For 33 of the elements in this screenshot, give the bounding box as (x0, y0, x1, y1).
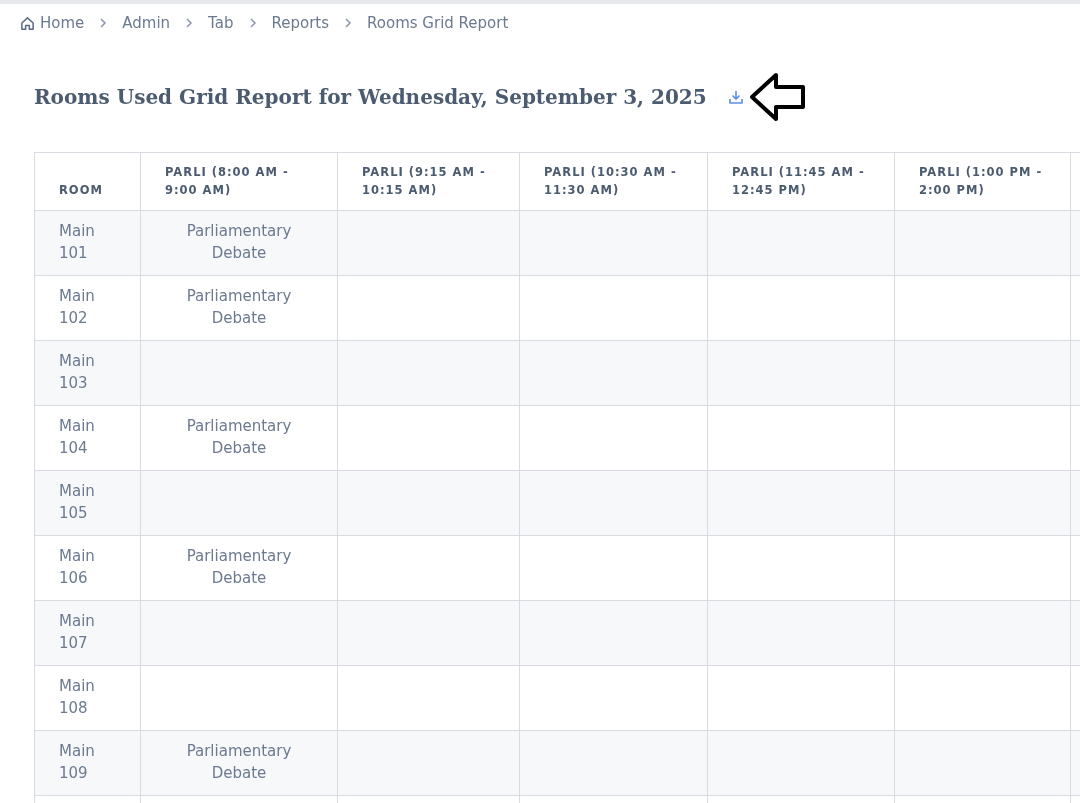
room-cell: Main 103 (34, 340, 141, 406)
download-button[interactable] (726, 88, 745, 106)
page-title: Rooms Used Grid Report for Wednesday, September 3, 2025 (34, 85, 707, 109)
booking-cell: Parliamentary Debate (140, 210, 338, 276)
room-cell: Main 102 (34, 275, 141, 341)
booking-cell: Parliamentary Debate (140, 535, 338, 601)
column-header: PARLI (11:45 AM - 12:45 PM) (707, 152, 895, 211)
booking-cell: Parliamentary Debate (140, 730, 338, 796)
breadcrumb-current[interactable]: Rooms Grid Report (367, 14, 509, 32)
breadcrumb-link[interactable]: Tab (208, 14, 234, 32)
breadcrumb-link[interactable]: Home (20, 14, 85, 32)
column-header: PARLI (9:15 AM - 10:15 AM) (337, 152, 520, 211)
room-cell: Main 106 (34, 535, 141, 601)
column-header: ROOM (34, 152, 141, 211)
room-cell: Main 107 (34, 600, 141, 666)
chevron-right-icon (184, 18, 195, 28)
chevron-right-icon (343, 18, 354, 28)
room-cell: Main 109 (34, 730, 141, 796)
column-header: PARLI (8:00 AM - 9:00 AM) (140, 152, 338, 211)
room-cell: Main 104 (34, 405, 141, 471)
room-cell: Main 105 (34, 470, 141, 536)
column-header: PARLI (10:30 AM - 11:30 AM) (519, 152, 708, 211)
left-arrow-icon (748, 72, 807, 122)
chevron-right-icon (98, 18, 109, 28)
chevron-right-icon (247, 18, 258, 28)
home-icon (20, 15, 35, 31)
breadcrumb-link[interactable]: Reports (271, 14, 330, 32)
breadcrumb-link[interactable]: Admin (122, 14, 171, 32)
room-cell: Main 101 (34, 210, 141, 276)
booking-cell: Parliamentary Debate (140, 405, 338, 471)
room-cell: Main 108 (34, 665, 141, 731)
booking-cell: Parliamentary Debate (140, 275, 338, 341)
column-header: PARLI (1:00 PM - 2:00 PM) (894, 152, 1071, 211)
